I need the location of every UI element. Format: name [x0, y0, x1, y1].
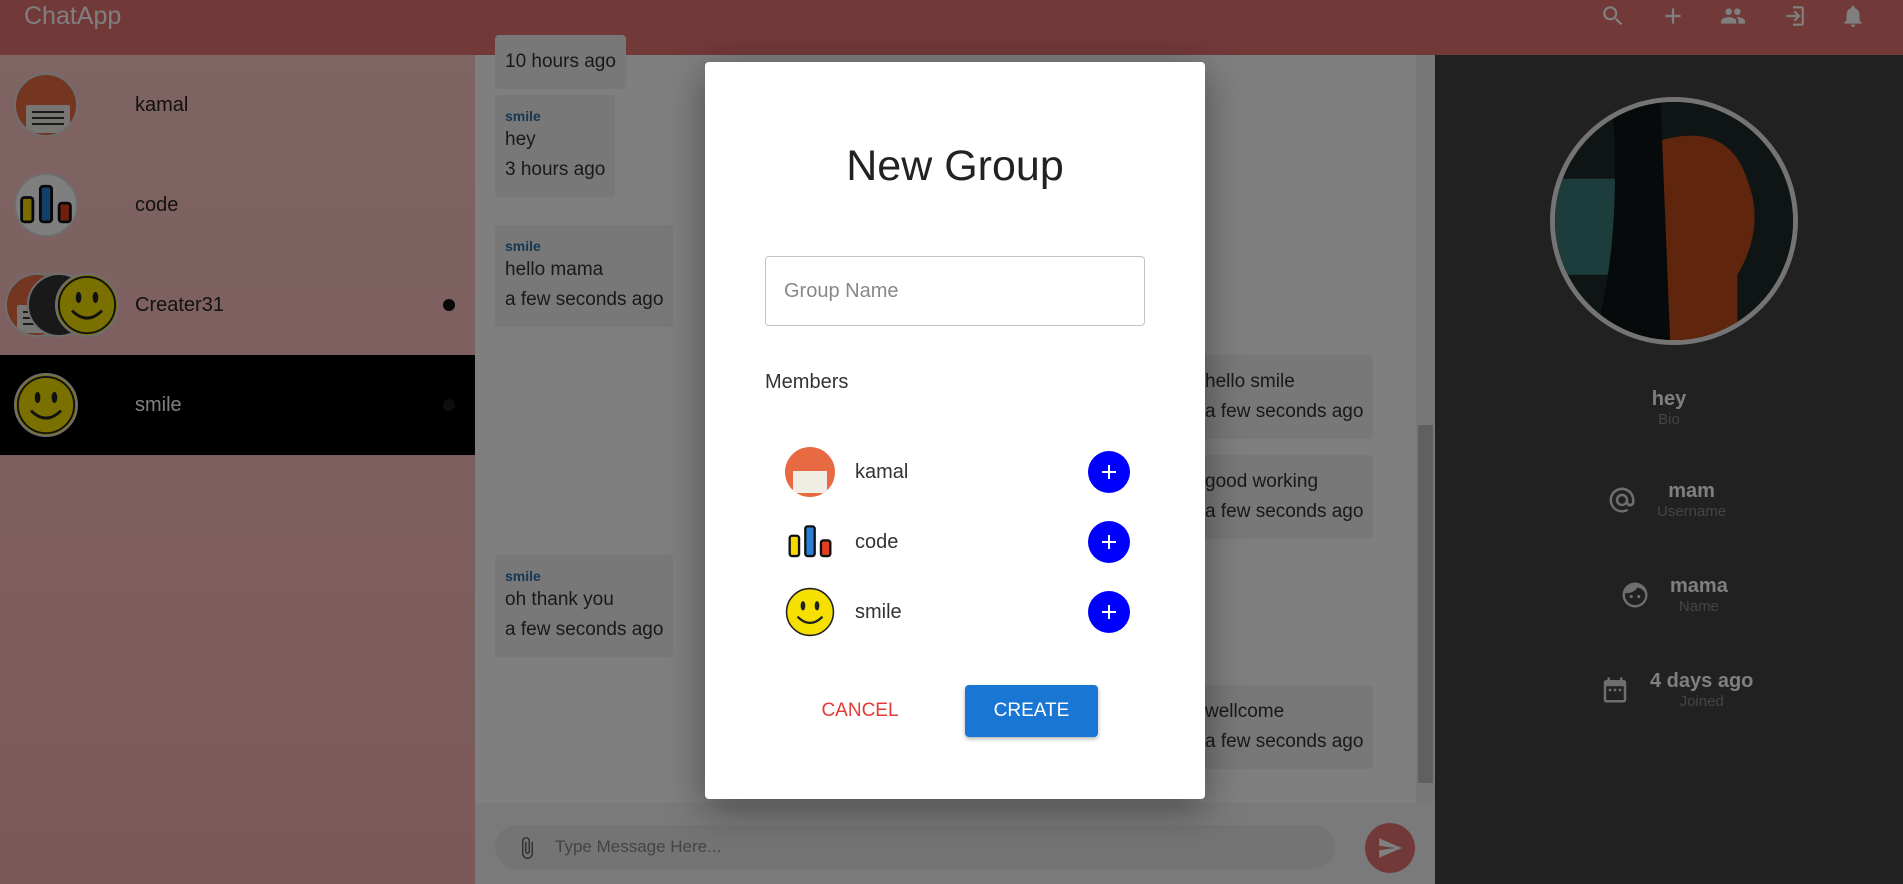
- avatar: [785, 517, 835, 567]
- add-member-button[interactable]: [1088, 591, 1130, 633]
- group-name-input[interactable]: [765, 256, 1145, 326]
- avatar: [785, 447, 835, 497]
- create-button[interactable]: CREATE: [965, 685, 1098, 737]
- plus-icon: [1102, 465, 1116, 479]
- member-name: code: [855, 530, 899, 553]
- member-row-kamal: kamal: [785, 445, 1130, 499]
- add-member-button[interactable]: [1088, 451, 1130, 493]
- plus-icon: [1102, 535, 1116, 549]
- members-label: Members: [765, 371, 849, 393]
- member-name: kamal: [855, 460, 909, 483]
- dialog-title: New Group: [846, 142, 1064, 190]
- member-name: smile: [855, 600, 902, 623]
- avatar: [785, 587, 835, 637]
- cancel-button[interactable]: CANCEL: [810, 685, 910, 737]
- plus-icon: [1102, 605, 1116, 619]
- add-member-button[interactable]: [1088, 521, 1130, 563]
- member-row-smile: smile: [785, 585, 1130, 639]
- new-group-dialog: New Group Members kamal code smile: [705, 62, 1205, 799]
- member-row-code: code: [785, 515, 1130, 569]
